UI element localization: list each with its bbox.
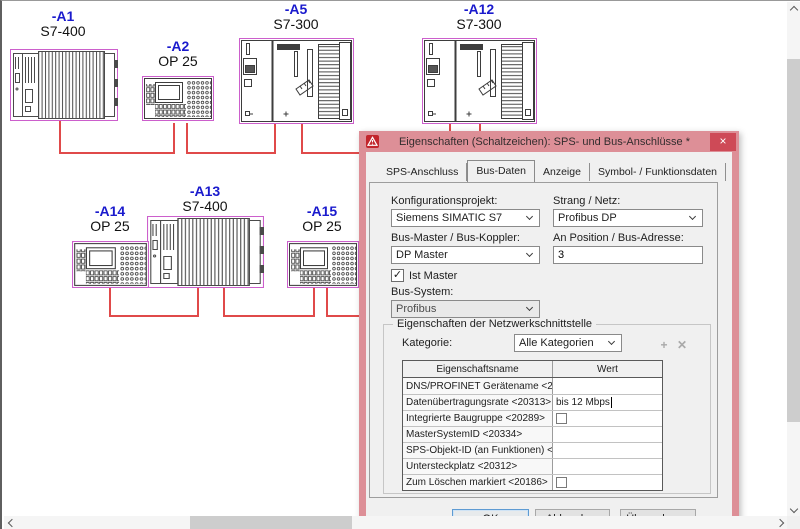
bus-adresse-label: An Position / Bus-Adresse:: [553, 232, 684, 244]
table-row[interactable]: Untersteckplatz <20312>: [403, 458, 662, 474]
dialog-titlebar[interactable]: Eigenschaften (Schaltzeichen): SPS- und …: [359, 131, 739, 152]
strang-netz-dropdown[interactable]: Profibus DP: [553, 209, 703, 227]
value-cell[interactable]: [553, 475, 662, 490]
table-row[interactable]: MasterSystemID <20334>: [403, 426, 662, 442]
kategorie-dropdown[interactable]: Alle Kategorien: [514, 334, 622, 352]
ist-master-checkbox[interactable]: ✓: [391, 269, 404, 282]
add-property-icon[interactable]: +: [657, 338, 671, 352]
scrollbar-corner: [787, 516, 800, 529]
device-label-a12: -A12S7-300: [419, 2, 539, 32]
table-checkbox[interactable]: [556, 477, 567, 488]
chevron-down-icon: [608, 338, 615, 345]
device-a2-op25[interactable]: [142, 76, 214, 121]
application-window: -A1S7-400 -A2OP 25 -A5S7-300 -A12S7-300 …: [0, 0, 800, 529]
table-row[interactable]: DNS/PROFINET Gerätename <20309>: [403, 378, 662, 394]
column-header-wert: Wert: [553, 361, 662, 377]
properties-dialog: Eigenschaften (Schaltzeichen): SPS- und …: [359, 131, 739, 529]
chevron-down-icon: [689, 213, 696, 220]
table-row[interactable]: SPS-Objekt-ID (an Funktionen) <20162>: [403, 442, 662, 458]
text-caret: [611, 397, 612, 408]
konfigurationsprojekt-dropdown[interactable]: Siemens SIMATIC S7: [391, 209, 540, 227]
dialog-body: SPS-Anschluss Bus-Daten Anzeige Symbol- …: [366, 152, 732, 529]
vertical-scrollbar[interactable]: [787, 2, 800, 516]
chevron-down-icon: [526, 304, 533, 311]
ist-master-label: Ist Master: [409, 270, 457, 282]
device-label-a2: -A2OP 25: [118, 39, 238, 69]
bus-master-dropdown[interactable]: DP Master: [391, 246, 540, 264]
device-label-a1: -A1S7-400: [3, 9, 123, 39]
value-cell[interactable]: [553, 378, 662, 394]
tab-sps-anschluss[interactable]: SPS-Anschluss: [378, 163, 467, 181]
scroll-right-icon[interactable]: [774, 516, 787, 529]
value-cell[interactable]: [553, 459, 662, 474]
scroll-left-icon[interactable]: [4, 516, 17, 529]
bus-system-dropdown: Profibus: [391, 300, 540, 318]
value-cell-editing[interactable]: bis 12 Mbps: [553, 395, 662, 410]
bus-master-label: Bus-Master / Bus-Koppler:: [391, 232, 520, 244]
network-interface-group-title: Eigenschaften der Netzwerkschnittstelle: [393, 318, 596, 330]
horizontal-scrollbar[interactable]: [4, 516, 787, 529]
column-header-eigenschaftsname: Eigenschaftsname: [403, 361, 553, 377]
dialog-title: Eigenschaften (Schaltzeichen): SPS- und …: [379, 136, 710, 148]
tab-anzeige[interactable]: Anzeige: [535, 163, 590, 181]
table-header-row: Eigenschaftsname Wert: [403, 361, 662, 378]
properties-table: Eigenschaftsname Wert DNS/PROFINET Gerät…: [402, 360, 663, 491]
device-a5-s7-300[interactable]: [239, 38, 354, 124]
device-a13-s7-400[interactable]: [147, 216, 264, 288]
kategorie-label: Kategorie:: [402, 337, 452, 349]
delete-property-icon[interactable]: ✕: [675, 338, 689, 352]
device-a15-op25[interactable]: [287, 241, 359, 288]
device-label-a5: -A5S7-300: [236, 2, 356, 32]
vertical-scrollbar-thumb[interactable]: [787, 59, 800, 422]
tab-symbol-funktionsdaten[interactable]: Symbol- / Funktionsdaten: [590, 163, 726, 181]
chevron-down-icon: [526, 213, 533, 220]
table-row[interactable]: Zum Löschen markiert <20186>: [403, 474, 662, 490]
tab-page-bus-daten: Konfigurationsprojekt: Siemens SIMATIC S…: [369, 182, 718, 498]
scroll-up-icon[interactable]: [787, 2, 800, 15]
scroll-down-icon[interactable]: [787, 503, 800, 516]
table-row[interactable]: Integrierte Baugruppe <20289>: [403, 410, 662, 426]
table-checkbox[interactable]: [556, 413, 567, 424]
device-a14-op25[interactable]: [72, 241, 149, 288]
value-cell[interactable]: [553, 443, 662, 458]
horizontal-scrollbar-thumb[interactable]: [190, 516, 352, 529]
tab-bar: SPS-Anschluss Bus-Daten Anzeige Symbol- …: [378, 161, 726, 181]
bus-adresse-input[interactable]: [553, 246, 703, 264]
network-interface-group: Eigenschaften der Netzwerkschnittstelle …: [383, 324, 711, 494]
value-cell[interactable]: [553, 427, 662, 442]
chevron-down-icon: [526, 250, 533, 257]
device-a1-s7-400[interactable]: [10, 49, 118, 121]
eplan-warning-icon: [366, 135, 379, 148]
bus-system-label: Bus-System:: [391, 286, 453, 298]
konfigurationsprojekt-label: Konfigurationsprojekt:: [391, 195, 497, 207]
table-row[interactable]: Datenübertragungsrate <20313> bis 12 Mbp…: [403, 394, 662, 410]
tab-bus-daten[interactable]: Bus-Daten: [467, 160, 535, 182]
device-a12-s7-300[interactable]: [422, 38, 537, 124]
close-icon[interactable]: ×: [710, 133, 736, 151]
strang-netz-label: Strang / Netz:: [553, 195, 620, 207]
value-cell[interactable]: [553, 411, 662, 426]
